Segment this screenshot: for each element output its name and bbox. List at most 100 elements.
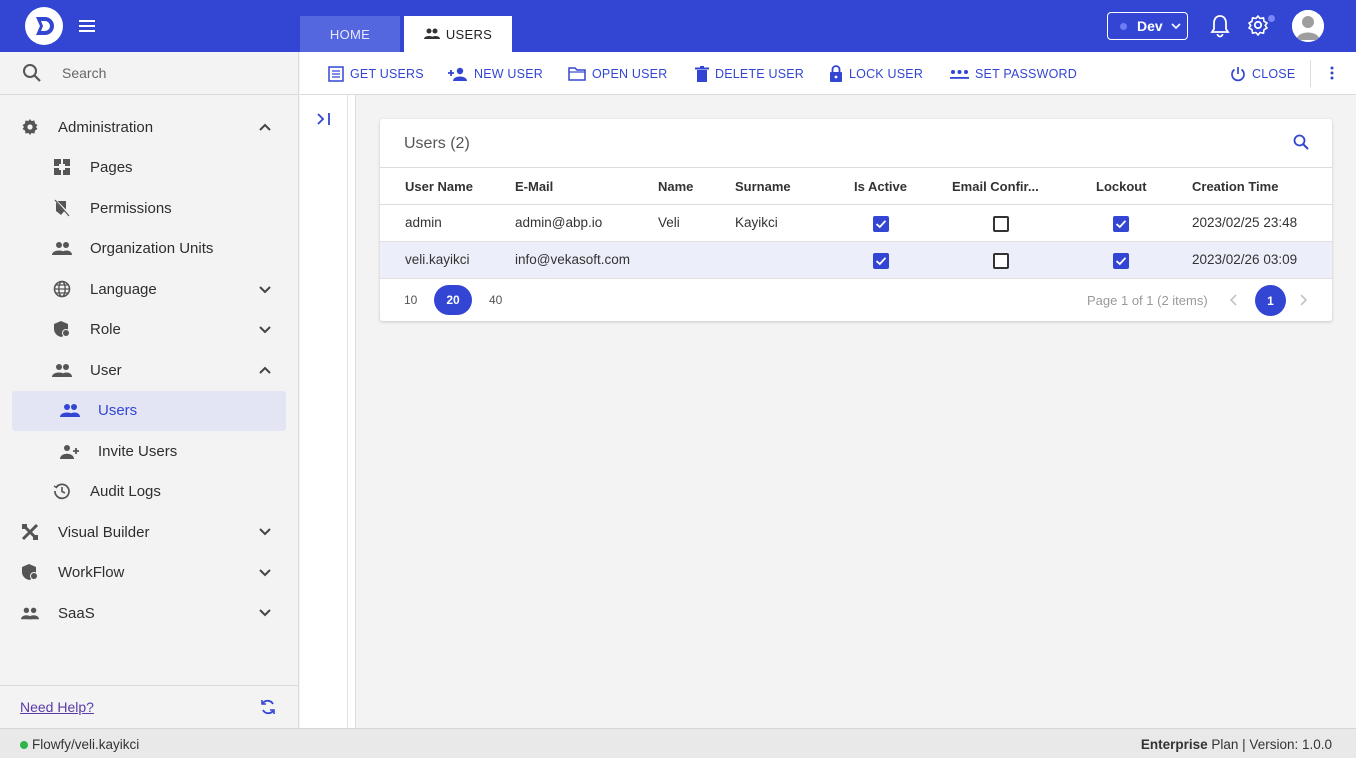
tab-users[interactable]: USERS bbox=[404, 16, 512, 52]
tab-users-label: USERS bbox=[445, 26, 493, 42]
history-icon bbox=[52, 481, 72, 501]
column-header[interactable]: User Name bbox=[405, 179, 473, 194]
sidebar-footer-divider bbox=[0, 685, 298, 686]
is-active-checkbox[interactable] bbox=[873, 253, 889, 269]
sidebar-item-administration[interactable]: Administration bbox=[20, 117, 153, 137]
menu-toggle-icon[interactable] bbox=[77, 16, 97, 36]
set-password-button[interactable]: SET PASSWORD bbox=[950, 52, 1077, 95]
sidebar-item-label: Invite Users bbox=[98, 442, 178, 460]
chevron-right-icon[interactable] bbox=[1296, 293, 1310, 307]
cell-name: Veli bbox=[658, 215, 680, 230]
chevron-left-icon[interactable] bbox=[1227, 293, 1241, 307]
close-button[interactable]: CLOSE bbox=[1230, 52, 1295, 95]
delete-user-button[interactable]: DELETE USER bbox=[695, 52, 804, 95]
open-user-button[interactable]: OPEN USER bbox=[568, 52, 667, 95]
column-header[interactable]: Creation Time bbox=[1192, 179, 1278, 194]
chevron-down-icon[interactable] bbox=[258, 608, 272, 618]
sidebar-item-pages[interactable]: Pages bbox=[52, 157, 133, 177]
trash-icon bbox=[695, 65, 709, 82]
plan-version: Enterprise Plan | Version: 1.0.0 bbox=[1141, 737, 1332, 752]
column-header[interactable]: Email Confir... bbox=[952, 179, 1039, 194]
sidebar-item-language[interactable]: Language bbox=[52, 279, 157, 299]
table-header: User Name E-Mail Name Surname Is Active … bbox=[380, 167, 1332, 205]
cell-creation-time: 2023/02/25 23:48 bbox=[1192, 215, 1298, 230]
permissions-icon bbox=[52, 198, 72, 218]
table-row[interactable]: veli.kayikci info@vekasoft.com 2023/02/2… bbox=[380, 242, 1332, 279]
sidebar-item-label: Permissions bbox=[90, 199, 172, 217]
checkmark-icon bbox=[875, 257, 887, 266]
lockout-checkbox[interactable] bbox=[1113, 216, 1129, 232]
email-confirmed-checkbox[interactable] bbox=[993, 253, 1009, 269]
expand-panel-icon[interactable] bbox=[316, 111, 332, 132]
sidebar-item-role[interactable]: Role bbox=[52, 319, 121, 339]
sidebar-item-label: User bbox=[90, 361, 122, 379]
sidebar: Search Administration Pages Permissions … bbox=[0, 52, 299, 728]
column-header[interactable]: E-Mail bbox=[515, 179, 553, 194]
lockout-checkbox[interactable] bbox=[1113, 253, 1129, 269]
online-status-dot bbox=[20, 741, 28, 749]
settings-icon[interactable] bbox=[1247, 14, 1269, 41]
lock-user-button[interactable]: LOCK USER bbox=[829, 52, 923, 95]
sidebar-item-permissions[interactable]: Permissions bbox=[52, 198, 172, 218]
sidebar-item-label: WorkFlow bbox=[58, 563, 125, 581]
chevron-down-icon[interactable] bbox=[258, 325, 272, 335]
add-person-icon bbox=[60, 441, 80, 461]
page-size-option[interactable]: 40 bbox=[489, 293, 502, 307]
column-header[interactable]: Surname bbox=[735, 179, 791, 194]
sync-icon[interactable] bbox=[259, 698, 277, 721]
need-help-link[interactable]: Need Help? bbox=[20, 699, 94, 715]
tab-home[interactable]: HOME bbox=[300, 16, 400, 52]
sidebar-item-label: Visual Builder bbox=[58, 523, 150, 541]
sidebar-item-saas[interactable]: SaaS bbox=[20, 603, 95, 623]
app-logo[interactable] bbox=[25, 7, 63, 45]
sidebar-item-invite-users[interactable]: Invite Users bbox=[60, 441, 177, 461]
search-icon[interactable] bbox=[1293, 134, 1309, 155]
sidebar-item-label: SaaS bbox=[58, 604, 95, 622]
sidebar-item-workflow[interactable]: WorkFlow bbox=[20, 562, 124, 582]
is-active-checkbox[interactable] bbox=[873, 216, 889, 232]
chevron-up-icon[interactable] bbox=[258, 365, 272, 375]
column-header[interactable]: Is Active bbox=[854, 179, 907, 194]
sidebar-item-visual-builder[interactable]: Visual Builder bbox=[20, 522, 149, 542]
page-size-option-selected[interactable]: 20 bbox=[434, 285, 472, 315]
status-bar: Flowfy/veli.kayikci Enterprise Plan | Ve… bbox=[0, 728, 1356, 758]
pagination: 10 20 40 Page 1 of 1 (2 items) 1 bbox=[380, 281, 1332, 319]
get-users-button[interactable]: GET USERS bbox=[328, 52, 424, 95]
workflow-icon bbox=[20, 562, 40, 582]
cell-surname: Kayikci bbox=[735, 215, 778, 230]
column-header[interactable]: Name bbox=[658, 179, 693, 194]
card-title: Users (2) bbox=[404, 135, 470, 152]
page-info: Page 1 of 1 (2 items) bbox=[1087, 293, 1208, 308]
toolbar-divider bbox=[1310, 60, 1311, 87]
sidebar-item-label: Users bbox=[98, 401, 138, 419]
new-user-button[interactable]: NEW USER bbox=[448, 52, 543, 95]
top-bar: HOME USERS Dev bbox=[0, 0, 1356, 52]
user-avatar-icon bbox=[1292, 10, 1324, 42]
sidebar-item-label: Language bbox=[90, 280, 157, 298]
page-size-option[interactable]: 10 bbox=[404, 293, 417, 307]
column-header[interactable]: Lockout bbox=[1096, 179, 1147, 194]
environment-select[interactable]: Dev bbox=[1107, 12, 1188, 40]
new-user-label: NEW USER bbox=[474, 66, 543, 81]
avatar[interactable] bbox=[1292, 10, 1324, 42]
bell-icon[interactable] bbox=[1209, 14, 1231, 43]
delete-user-label: DELETE USER bbox=[715, 66, 805, 81]
chevron-down-icon[interactable] bbox=[258, 527, 272, 537]
filter-panel-strip bbox=[300, 95, 356, 728]
sidebar-search[interactable]: Search bbox=[0, 52, 298, 95]
chevron-down-icon[interactable] bbox=[258, 285, 272, 295]
table-row[interactable]: admin admin@abp.io Veli Kayikci 2023/02/… bbox=[380, 205, 1332, 242]
tab-home-label: HOME bbox=[329, 26, 371, 42]
cell-creation-time: 2023/02/26 03:09 bbox=[1192, 252, 1298, 267]
sidebar-item-users[interactable]: Users bbox=[60, 400, 137, 420]
sidebar-item-organization-units[interactable]: Organization Units bbox=[52, 238, 213, 258]
chevron-down-icon[interactable] bbox=[258, 568, 272, 578]
page-number-button[interactable]: 1 bbox=[1255, 285, 1286, 316]
sidebar-item-user[interactable]: User bbox=[52, 360, 122, 380]
more-options-icon[interactable] bbox=[1326, 65, 1338, 86]
email-confirmed-checkbox[interactable] bbox=[993, 216, 1009, 232]
sidebar-item-audit-logs[interactable]: Audit Logs bbox=[52, 481, 161, 501]
chevron-up-icon[interactable] bbox=[258, 122, 272, 132]
sidebar-item-label: Role bbox=[90, 320, 121, 338]
sidebar-item-label: Audit Logs bbox=[90, 482, 161, 500]
